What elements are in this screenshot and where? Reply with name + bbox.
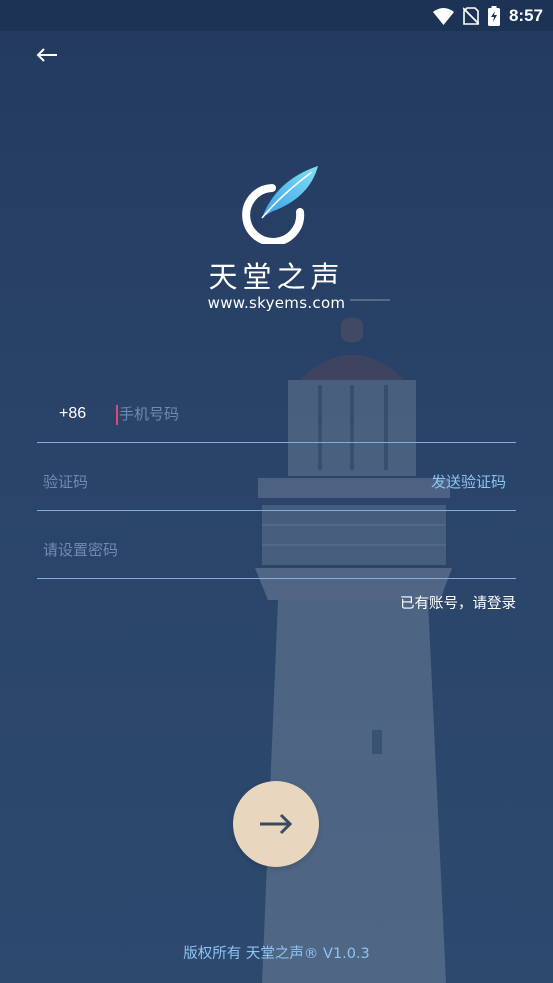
login-link[interactable]: 已有账号，请登录 [400,592,516,613]
text-caret [116,405,118,425]
back-button[interactable] [30,40,64,70]
password-input[interactable] [43,538,503,562]
app-url: www.skyems.com [207,294,346,312]
phone-field-row: +86 [37,376,516,443]
copyright-text: 版权所有 天堂之声® V1.0.3 [183,946,370,962]
app-name: 天堂之声 [208,260,345,294]
country-code-selector[interactable]: +86 [59,405,86,423]
code-field-row: 发送验证码 [37,444,516,511]
verification-code-input[interactable] [43,470,413,494]
status-icons: 8:57 [432,4,543,28]
phone-input[interactable] [119,402,499,426]
no-sim-icon [462,7,479,25]
submit-button[interactable] [233,781,319,867]
status-bar: 8:57 [0,0,553,31]
status-time: 8:57 [508,6,543,25]
password-field-row [37,512,516,579]
arrow-right-icon [260,813,293,835]
send-code-button[interactable]: 发送验证码 [431,471,506,492]
feather-circle-logo [242,166,318,244]
battery-charging-icon [487,6,500,26]
wifi-icon [432,7,454,25]
register-screen: 8:57 天堂之声 www.skyems.com +86 发送验证码 [0,0,553,983]
arrow-left-icon [36,48,57,62]
